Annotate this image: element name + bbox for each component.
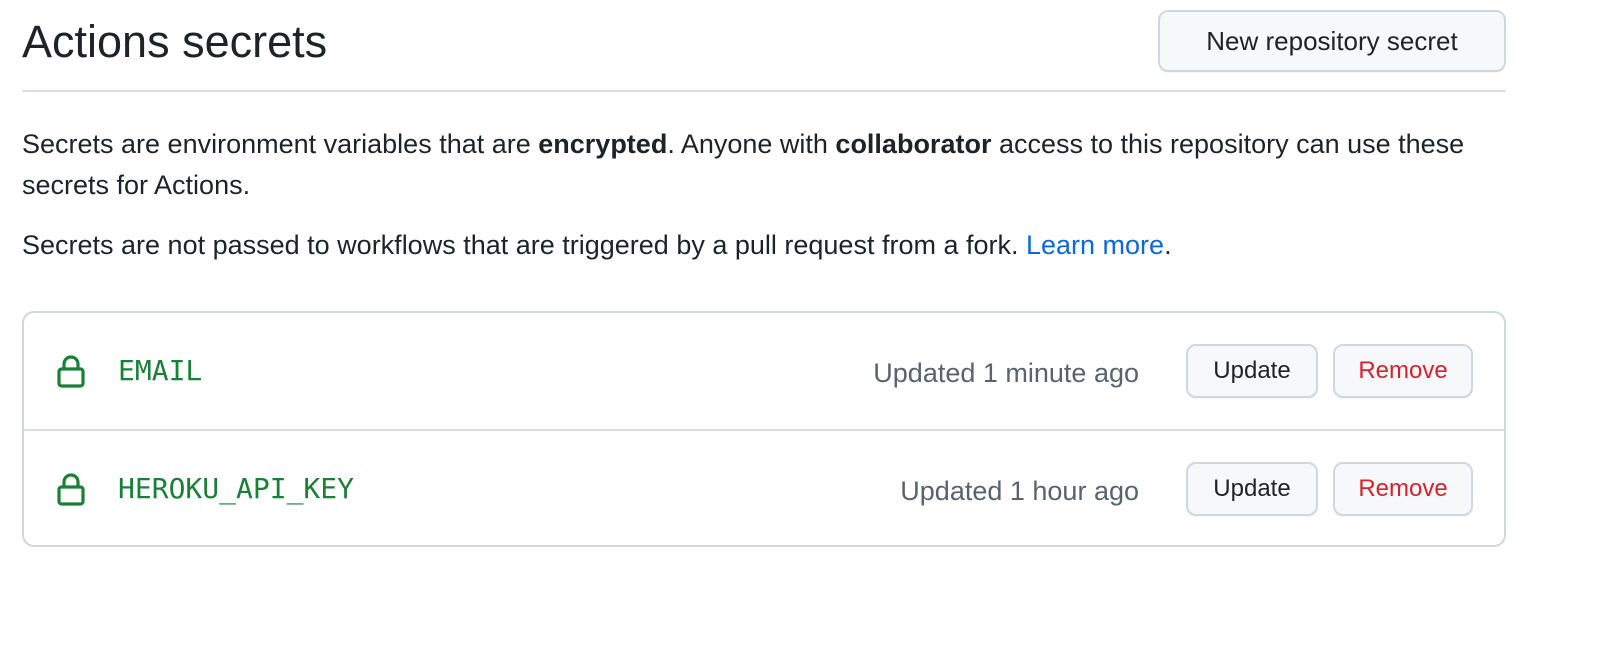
secrets-list: EMAIL Updated 1 minute ago Update Remove… xyxy=(22,311,1506,547)
secret-row: HEROKU_API_KEY Updated 1 hour ago Update… xyxy=(24,429,1504,545)
secret-row: EMAIL Updated 1 minute ago Update Remove xyxy=(24,313,1504,429)
actions-secrets-page: Actions secrets New repository secret Se… xyxy=(0,0,1622,646)
secrets-description: Secrets are environment variables that a… xyxy=(22,124,1492,206)
remove-secret-button[interactable]: Remove xyxy=(1333,344,1473,398)
learn-more-link[interactable]: Learn more xyxy=(1026,230,1164,260)
update-secret-button[interactable]: Update xyxy=(1186,462,1318,516)
secret-updated-time: Updated 1 minute ago xyxy=(873,358,1139,388)
new-repository-secret-button[interactable]: New repository secret xyxy=(1158,10,1506,72)
page-title: Actions secrets xyxy=(22,16,328,67)
lock-icon xyxy=(57,473,85,506)
description-text: Secrets are environment variables that a… xyxy=(22,129,539,159)
update-secret-button[interactable]: Update xyxy=(1186,344,1318,398)
fork-notice-text: Secrets are not passed to workflows that… xyxy=(22,230,1026,260)
secret-name: EMAIL xyxy=(118,354,203,387)
secret-updated-time: Updated 1 hour ago xyxy=(900,476,1139,506)
page-header: Actions secrets New repository secret xyxy=(22,0,1506,92)
fork-notice-end: . xyxy=(1164,230,1172,260)
collaborator-emphasis: collaborator xyxy=(835,129,992,159)
secret-name: HEROKU_API_KEY xyxy=(118,472,355,505)
fork-notice: Secrets are not passed to workflows that… xyxy=(22,225,1492,266)
lock-icon xyxy=(57,355,85,388)
remove-secret-button[interactable]: Remove xyxy=(1333,462,1473,516)
description-text: . Anyone with xyxy=(667,129,836,159)
encrypted-emphasis: encrypted xyxy=(538,129,668,159)
